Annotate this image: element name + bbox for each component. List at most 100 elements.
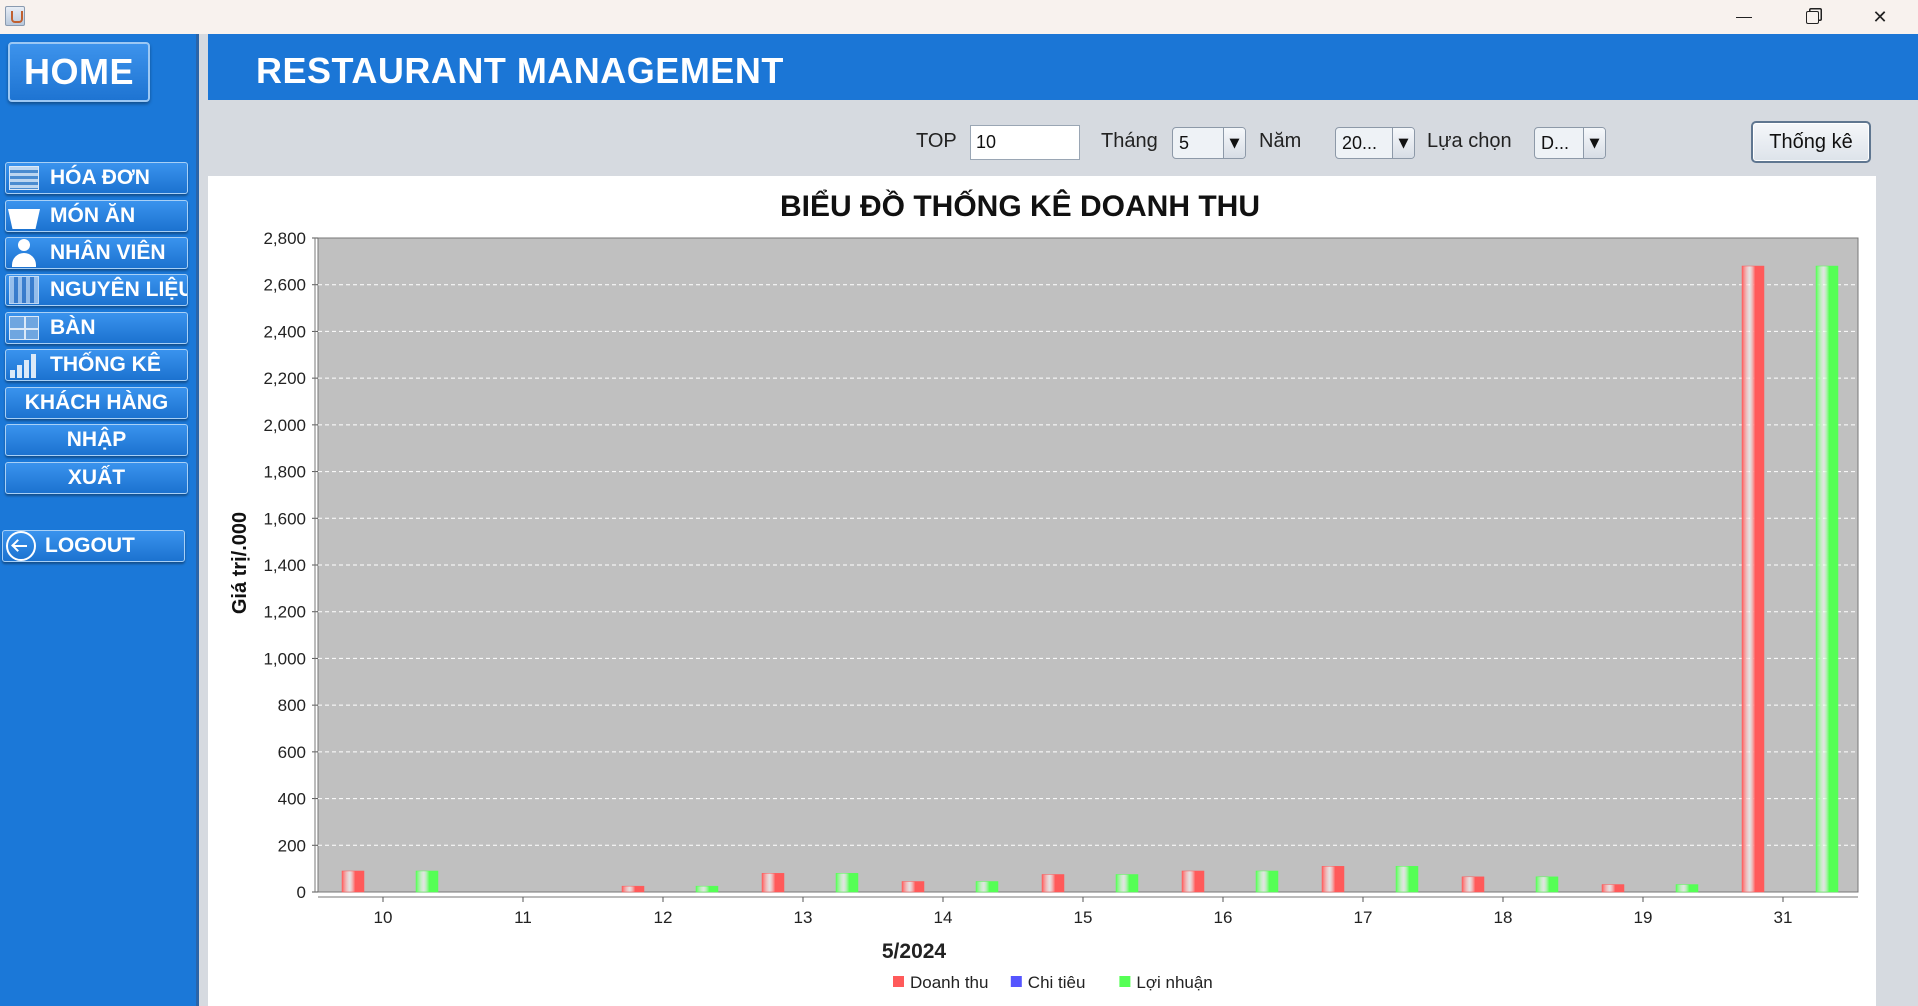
- top-input[interactable]: [970, 125, 1080, 160]
- sidebar: HOME HÓA ĐƠN MÓN ĂN NHÂN VIÊN NGUYÊN LIỆ…: [0, 34, 199, 1006]
- x-tick-label: 18: [1494, 908, 1513, 927]
- sidebar-item-label: HÓA ĐƠN: [50, 166, 150, 189]
- y-tick-label: 800: [278, 696, 306, 715]
- basket-icon: [6, 201, 42, 231]
- bar-lợi-nhuận: [1815, 265, 1839, 893]
- minimize-button[interactable]: [1710, 0, 1778, 34]
- chevron-down-icon: ▼: [1583, 128, 1605, 158]
- x-tick-label: 14: [934, 908, 953, 927]
- x-tick-label: 15: [1074, 908, 1093, 927]
- x-tick-label: 11: [514, 908, 532, 927]
- year-select[interactable]: 20... ▼: [1335, 127, 1415, 159]
- bar-chart-icon: [6, 350, 42, 380]
- bar-lợi-nhuận: [695, 885, 719, 893]
- sidebar-item-tables[interactable]: BÀN: [5, 312, 188, 344]
- y-tick-label: 1,600: [263, 509, 306, 528]
- sidebar-item-dishes[interactable]: MÓN ĂN: [5, 200, 188, 232]
- header-bar: RESTAURANT MANAGEMENT: [208, 34, 1918, 100]
- month-label: Tháng: [1101, 130, 1158, 152]
- sidebar-item-label: MÓN ĂN: [50, 204, 136, 227]
- add-user-icon: [6, 238, 42, 268]
- bar-doanh-thu: [1181, 870, 1205, 893]
- sidebar-item-invoices[interactable]: HÓA ĐƠN: [5, 162, 188, 194]
- y-tick-label: 400: [278, 790, 306, 809]
- bar-lợi-nhuận: [835, 873, 859, 893]
- bar-lợi-nhuận: [1255, 870, 1279, 893]
- sidebar-item-export[interactable]: XUẤT: [5, 462, 188, 494]
- bar-lợi-nhuận: [1395, 866, 1419, 893]
- x-tick-label: 31: [1774, 908, 1793, 927]
- sidebar-item-ingredients[interactable]: NGUYÊN LIỆU: [5, 274, 188, 306]
- y-tick-label: 2,000: [263, 416, 306, 435]
- bar-lợi-nhuận: [415, 870, 439, 893]
- sidebar-item-statistics[interactable]: THỐNG KÊ: [5, 349, 188, 381]
- x-tick-label: 12: [654, 908, 673, 927]
- sidebar-item-import[interactable]: NHẬP: [5, 424, 188, 456]
- y-tick-label: 2,600: [263, 276, 306, 295]
- bar-doanh-thu: [761, 873, 785, 893]
- minimize-icon: [1736, 16, 1752, 18]
- y-tick-label: 200: [278, 836, 306, 855]
- y-tick-label: 1,800: [263, 463, 306, 482]
- sidebar-item-label: NGUYÊN LIỆU: [50, 278, 188, 301]
- sidebar-item-label: NHÂN VIÊN: [50, 241, 166, 264]
- sidebar-item-staff[interactable]: NHÂN VIÊN: [5, 237, 188, 269]
- bar-doanh-thu: [1601, 884, 1625, 893]
- sidebar-item-customers[interactable]: KHÁCH HÀNG: [5, 387, 188, 419]
- y-tick-label: 1,200: [263, 603, 306, 622]
- bar-doanh-thu: [1041, 874, 1065, 893]
- y-tick-label: 2,200: [263, 369, 306, 388]
- chart-title: BIỂU ĐỒ THỐNG KÊ DOANH THU: [780, 189, 1260, 223]
- legend-label: Chi tiêu: [1028, 973, 1086, 992]
- y-axis-label: Giá trị/.000: [229, 512, 251, 614]
- statistics-button[interactable]: Thống kê: [1751, 121, 1871, 163]
- java-app-icon: [5, 6, 25, 26]
- legend-swatch: [1119, 976, 1131, 987]
- home-button[interactable]: HOME: [8, 42, 150, 102]
- top-label: TOP: [916, 130, 957, 152]
- bar-doanh-thu: [1321, 866, 1345, 893]
- year-select-value: 20...: [1342, 132, 1378, 153]
- close-button[interactable]: ✕: [1846, 0, 1914, 34]
- legend-label: Lợi nhuận: [1136, 973, 1212, 992]
- revenue-chart-panel: BIỂU ĐỒ THỐNG KÊ DOANH THU 0 200 400 600 800 1…: [208, 176, 1876, 1006]
- revenue-chart: BIỂU ĐỒ THỐNG KÊ DOANH THU 0 200 400 600 800 1…: [229, 189, 1859, 992]
- maximize-button[interactable]: [1778, 0, 1846, 34]
- bar-doanh-thu: [621, 885, 645, 893]
- bar-doanh-thu: [901, 881, 925, 893]
- legend-label: Doanh thu: [910, 973, 988, 992]
- bar-lợi-nhuận: [1115, 874, 1139, 893]
- close-icon: ✕: [1872, 6, 1888, 28]
- bar-doanh-thu: [1741, 265, 1765, 893]
- x-tick-label: 19: [1634, 908, 1653, 927]
- logout-button[interactable]: LOGOUT: [2, 530, 185, 562]
- y-tick-label: 600: [278, 743, 306, 762]
- bar-doanh-thu: [1461, 876, 1485, 893]
- year-label: Năm: [1259, 130, 1302, 152]
- sidebar-item-label: KHÁCH HÀNG: [24, 391, 169, 414]
- restore-icon: [1805, 10, 1819, 24]
- month-select[interactable]: 5 ▼: [1172, 127, 1246, 159]
- x-axis-label: 5/2024: [882, 940, 947, 963]
- chevron-down-icon: ▼: [1392, 128, 1414, 158]
- y-tick-label: 2,400: [263, 322, 306, 341]
- ingredients-grid-icon: [6, 275, 42, 305]
- choice-select-value: D...: [1541, 132, 1570, 153]
- y-tick-label: 0: [297, 883, 306, 902]
- page-title: RESTAURANT MANAGEMENT: [256, 50, 784, 91]
- bar-doanh-thu: [341, 870, 365, 893]
- x-tick-label: 10: [374, 908, 393, 927]
- sidebar-item-label: BÀN: [50, 316, 96, 339]
- bar-lợi-nhuận: [1675, 884, 1699, 893]
- logout-icon: [3, 531, 39, 561]
- y-tick-label: 1,400: [263, 556, 306, 575]
- month-select-value: 5: [1179, 132, 1190, 153]
- invoice-list-icon: [6, 163, 42, 193]
- choice-label: Lựa chọn: [1427, 130, 1512, 152]
- sidebar-item-label: THỐNG KÊ: [50, 353, 161, 376]
- x-tick-label: 17: [1354, 908, 1373, 927]
- chevron-down-icon: ▼: [1223, 128, 1245, 158]
- choice-select[interactable]: D... ▼: [1534, 127, 1606, 159]
- y-tick-label: 1,000: [263, 649, 306, 668]
- table-icon: [6, 313, 42, 343]
